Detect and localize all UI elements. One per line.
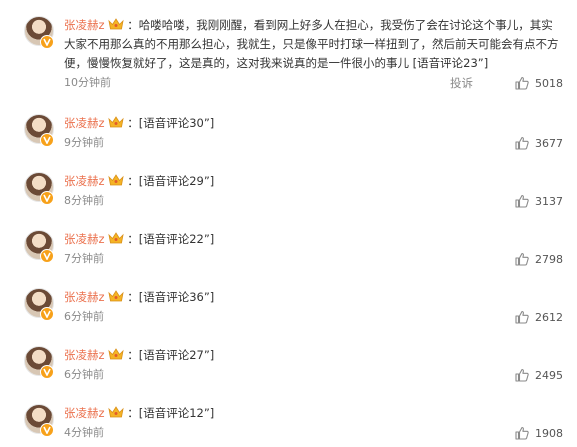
- voice-comment[interactable]: [语音评论12”]: [139, 406, 215, 420]
- timestamp: 6分钟前: [64, 310, 104, 323]
- verified-badge-icon: [40, 365, 54, 379]
- verified-badge-icon: [40, 307, 54, 321]
- crown-icon: [107, 290, 124, 302]
- comment-body: 张凌赫z ：[语音评论27”] 6分钟前 2495: [64, 346, 563, 383]
- timestamp: 6分钟前: [64, 368, 104, 381]
- comment-actions: 2495: [515, 367, 563, 383]
- like-count: 2798: [535, 252, 563, 266]
- comment-actions: 1908: [515, 425, 563, 441]
- crown-icon: [107, 348, 124, 360]
- crown-icon: [107, 174, 124, 186]
- comment-body: 张凌赫z ：[语音评论22”] 7分钟前 2798: [64, 230, 563, 267]
- colon: ：: [127, 348, 139, 362]
- crown-icon: [107, 18, 124, 30]
- timestamp: 7分钟前: [64, 252, 104, 265]
- timestamp: 4分钟前: [64, 426, 104, 439]
- comment-meta: 4分钟前 1908: [64, 425, 563, 441]
- verified-badge-icon: [40, 191, 54, 205]
- comment-meta: 6分钟前 2495: [64, 367, 563, 383]
- voice-comment[interactable]: [语音评论29”]: [139, 174, 215, 188]
- colon: ：: [127, 232, 139, 246]
- verified-badge-icon: [40, 249, 54, 263]
- username-link[interactable]: 张凌赫z: [64, 406, 105, 420]
- comment-meta: 9分钟前 3677: [64, 135, 563, 151]
- comment-meta: 8分钟前 3137: [64, 193, 563, 209]
- like-button[interactable]: 5018: [515, 76, 563, 90]
- thumbs-up-icon: [515, 368, 529, 382]
- comment-body: 张凌赫z ：[语音评论12”] 4分钟前 1908: [64, 404, 563, 441]
- like-count: 3677: [535, 136, 563, 150]
- voice-comment[interactable]: [语音评论30”]: [139, 116, 215, 130]
- voice-comment[interactable]: [语音评论22”]: [139, 232, 215, 246]
- like-count: 5018: [535, 76, 563, 90]
- colon: ：: [127, 406, 139, 420]
- voice-comment[interactable]: [语音评论36”]: [139, 290, 215, 304]
- username-link[interactable]: 张凌赫z: [64, 116, 105, 130]
- thumbs-up-icon: [515, 252, 529, 266]
- comment-text: 张凌赫z ：[语音评论22”]: [64, 230, 563, 249]
- thumbs-up-icon: [515, 310, 529, 324]
- comment-actions: 3677: [515, 135, 563, 151]
- like-button[interactable]: 3677: [515, 136, 563, 150]
- verified-badge-icon: [40, 35, 54, 49]
- username-link[interactable]: 张凌赫z: [64, 232, 105, 246]
- username-link[interactable]: 张凌赫z: [64, 18, 105, 32]
- comment-actions: 2612: [515, 309, 563, 325]
- report-button[interactable]: 投诉: [450, 75, 473, 91]
- colon: ：: [127, 290, 139, 304]
- comment-content: 哈喽哈喽，我刚刚醒，看到网上好多人在担心，我受伤了会在讨论这个事儿，其实大家不用…: [64, 18, 559, 70]
- timestamp: 9分钟前: [64, 136, 104, 149]
- like-button[interactable]: 2798: [515, 252, 563, 266]
- comment-actions: 投诉 5018: [450, 75, 563, 91]
- comment-actions: 3137: [515, 193, 563, 209]
- comment-list: 张凌赫z ：哈喽哈喽，我刚刚醒，看到网上好多人在担心，我受伤了会在讨论这个事儿，…: [0, 0, 577, 447]
- comment-meta: 7分钟前 2798: [64, 251, 563, 267]
- timestamp: 10分钟前: [64, 76, 111, 89]
- like-count: 2612: [535, 310, 563, 324]
- like-count: 3137: [535, 194, 563, 208]
- comment-body: 张凌赫z ：[语音评论30”] 9分钟前 3677: [64, 114, 563, 151]
- comment-actions: 2798: [515, 251, 563, 267]
- like-count: 2495: [535, 368, 563, 382]
- like-button[interactable]: 2495: [515, 368, 563, 382]
- comment-text: 张凌赫z ：[语音评论36”]: [64, 288, 563, 307]
- comment-text: 张凌赫z ：[语音评论27”]: [64, 346, 563, 365]
- comment-text: 张凌赫z ：[语音评论29”]: [64, 172, 563, 191]
- colon: ：: [127, 18, 139, 32]
- like-button[interactable]: 2612: [515, 310, 563, 324]
- thumbs-up-icon: [515, 76, 529, 90]
- crown-icon: [107, 232, 124, 244]
- timestamp: 8分钟前: [64, 194, 104, 207]
- comment-body: 张凌赫z ：哈喽哈喽，我刚刚醒，看到网上好多人在担心，我受伤了会在讨论这个事儿，…: [64, 16, 563, 91]
- username-link[interactable]: 张凌赫z: [64, 348, 105, 362]
- verified-badge-icon: [40, 133, 54, 147]
- like-button[interactable]: 3137: [515, 194, 563, 208]
- comment-text: 张凌赫z ：[语音评论30”]: [64, 114, 563, 133]
- thumbs-up-icon: [515, 194, 529, 208]
- thumbs-up-icon: [515, 136, 529, 150]
- voice-comment[interactable]: [语音评论27”]: [139, 348, 215, 362]
- username-link[interactable]: 张凌赫z: [64, 290, 105, 304]
- comment-body: 张凌赫z ：[语音评论36”] 6分钟前 2612: [64, 288, 563, 325]
- comment-text: 张凌赫z ：[语音评论12”]: [64, 404, 563, 423]
- like-button[interactable]: 1908: [515, 426, 563, 440]
- colon: ：: [127, 116, 139, 130]
- like-count: 1908: [535, 426, 563, 440]
- comment-meta: 10分钟前 投诉 5018: [64, 75, 563, 91]
- crown-icon: [107, 406, 124, 418]
- thumbs-up-icon: [515, 426, 529, 440]
- comment-text: 张凌赫z ：哈喽哈喽，我刚刚醒，看到网上好多人在担心，我受伤了会在讨论这个事儿，…: [64, 16, 563, 73]
- crown-icon: [107, 116, 124, 128]
- comment-body: 张凌赫z ：[语音评论29”] 8分钟前 3137: [64, 172, 563, 209]
- comment-meta: 6分钟前 2612: [64, 309, 563, 325]
- colon: ：: [127, 174, 139, 188]
- verified-badge-icon: [40, 423, 54, 437]
- username-link[interactable]: 张凌赫z: [64, 174, 105, 188]
